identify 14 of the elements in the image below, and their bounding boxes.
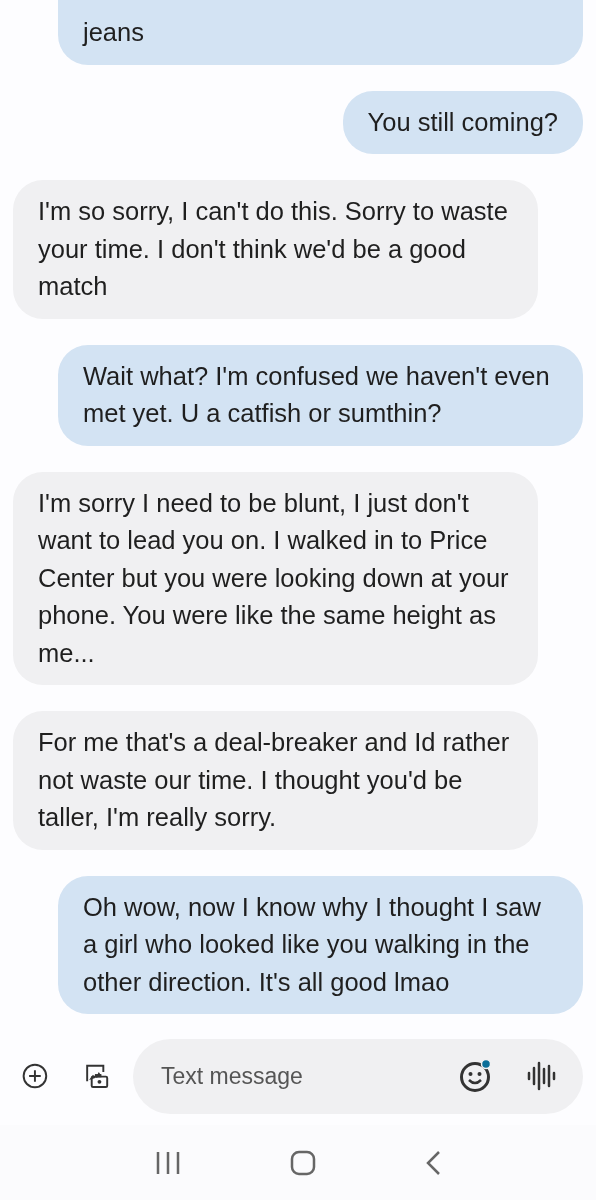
received-message: I'm so sorry, I can't do this. Sorry to waste your time. I don't think we'd be a good match xyxy=(13,180,538,319)
sent-message: Oh wow, now I know why I thought I saw a girl who looked like you walking in the other direction. It's all good lmao xyxy=(58,875,583,1014)
received-message: For me that's a deal-breaker and Id rather not waste our time. I thought you'd be taller, I'm really sorry. xyxy=(13,711,538,850)
sent-message: Wait what? I'm confused we haven't even met yet. U a catfish or sumthin? xyxy=(58,344,583,446)
received-message: I'm sorry I need to be blunt, I just don't want to lead you on. I walked in to Price Center but you were looking down at your phone. You were like the same height as me... xyxy=(13,471,538,685)
emoji-icon[interactable] xyxy=(459,1059,493,1093)
recent-apps-icon[interactable] xyxy=(154,1150,181,1175)
sent-message: You still coming? xyxy=(342,90,583,154)
sent-message: jeans xyxy=(58,0,583,65)
back-icon[interactable] xyxy=(425,1149,442,1176)
message-input[interactable]: Text message xyxy=(159,1057,459,1095)
home-icon[interactable] xyxy=(290,1149,316,1176)
voice-icon[interactable] xyxy=(527,1060,557,1092)
message-field[interactable]: Text message xyxy=(133,1038,583,1114)
